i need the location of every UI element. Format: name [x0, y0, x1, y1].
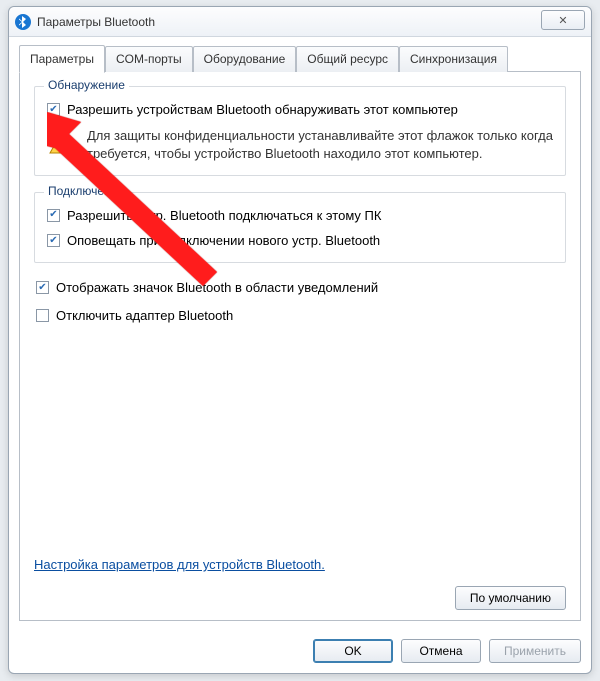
- dialog-window: Параметры Bluetooth ✕ Параметры COM-порт…: [8, 6, 592, 674]
- defaults-button[interactable]: По умолчанию: [455, 586, 566, 610]
- tab-hardware[interactable]: Оборудование: [193, 46, 297, 72]
- label-disable-adapter: Отключить адаптер Bluetooth: [56, 307, 233, 325]
- tab-strip: Параметры COM-порты Оборудование Общий р…: [19, 45, 581, 72]
- checkbox-notify-connect[interactable]: [47, 234, 60, 247]
- close-icon: ✕: [558, 14, 567, 27]
- group-connections-title: Подключения: [44, 184, 128, 198]
- ok-button[interactable]: OK: [313, 639, 393, 663]
- checkbox-allow-discover[interactable]: [47, 103, 60, 116]
- row-disable-adapter[interactable]: Отключить адаптер Bluetooth: [36, 307, 564, 325]
- tab-com-ports[interactable]: COM-порты: [105, 46, 193, 72]
- label-allow-discover: Разрешить устройствам Bluetooth обнаружи…: [67, 101, 458, 119]
- tab-sharing[interactable]: Общий ресурс: [296, 46, 399, 72]
- row-allow-discover[interactable]: Разрешить устройствам Bluetooth обнаружи…: [47, 101, 553, 119]
- tab-page-parameters: Обнаружение Разрешить устройствам Blueto…: [19, 71, 581, 621]
- row-show-tray[interactable]: Отображать значок Bluetooth в области ув…: [36, 279, 564, 297]
- checkbox-disable-adapter[interactable]: [36, 309, 49, 322]
- row-allow-connect[interactable]: Разрешить устр. Bluetooth подключаться к…: [47, 207, 553, 225]
- row-discovery-warning: Для защиты конфиденциальности устанавлив…: [47, 127, 553, 163]
- label-show-tray: Отображать значок Bluetooth в области ув…: [56, 279, 378, 297]
- group-connections: Подключения Разрешить устр. Bluetooth по…: [34, 192, 566, 263]
- title-bar: Параметры Bluetooth ✕: [9, 7, 591, 37]
- checkbox-show-tray[interactable]: [36, 281, 49, 294]
- apply-button[interactable]: Применить: [489, 639, 581, 663]
- warning-icon: [49, 129, 77, 155]
- label-notify-connect: Оповещать при подключении нового устр. B…: [67, 232, 380, 250]
- checkbox-allow-connect[interactable]: [47, 209, 60, 222]
- group-discovery: Обнаружение Разрешить устройствам Blueto…: [34, 86, 566, 176]
- link-bluetooth-settings[interactable]: Настройка параметров для устройств Bluet…: [34, 557, 566, 572]
- misc-checks: Отображать значок Bluetooth в области ув…: [34, 279, 566, 334]
- cancel-button[interactable]: Отмена: [401, 639, 481, 663]
- tab-parameters[interactable]: Параметры: [19, 45, 105, 73]
- label-allow-connect: Разрешить устр. Bluetooth подключаться к…: [67, 207, 381, 225]
- tab-sync[interactable]: Синхронизация: [399, 46, 508, 72]
- bluetooth-icon: [15, 14, 31, 30]
- row-notify-connect[interactable]: Оповещать при подключении нового устр. B…: [47, 232, 553, 250]
- text-discovery-warning: Для защиты конфиденциальности устанавлив…: [87, 127, 553, 163]
- group-discovery-title: Обнаружение: [44, 78, 129, 92]
- defaults-row: По умолчанию: [34, 586, 566, 610]
- window-title: Параметры Bluetooth: [37, 15, 155, 29]
- client-area: Параметры COM-порты Оборудование Общий р…: [9, 37, 591, 631]
- close-button[interactable]: ✕: [541, 10, 585, 30]
- dialog-button-bar: OK Отмена Применить: [9, 631, 591, 673]
